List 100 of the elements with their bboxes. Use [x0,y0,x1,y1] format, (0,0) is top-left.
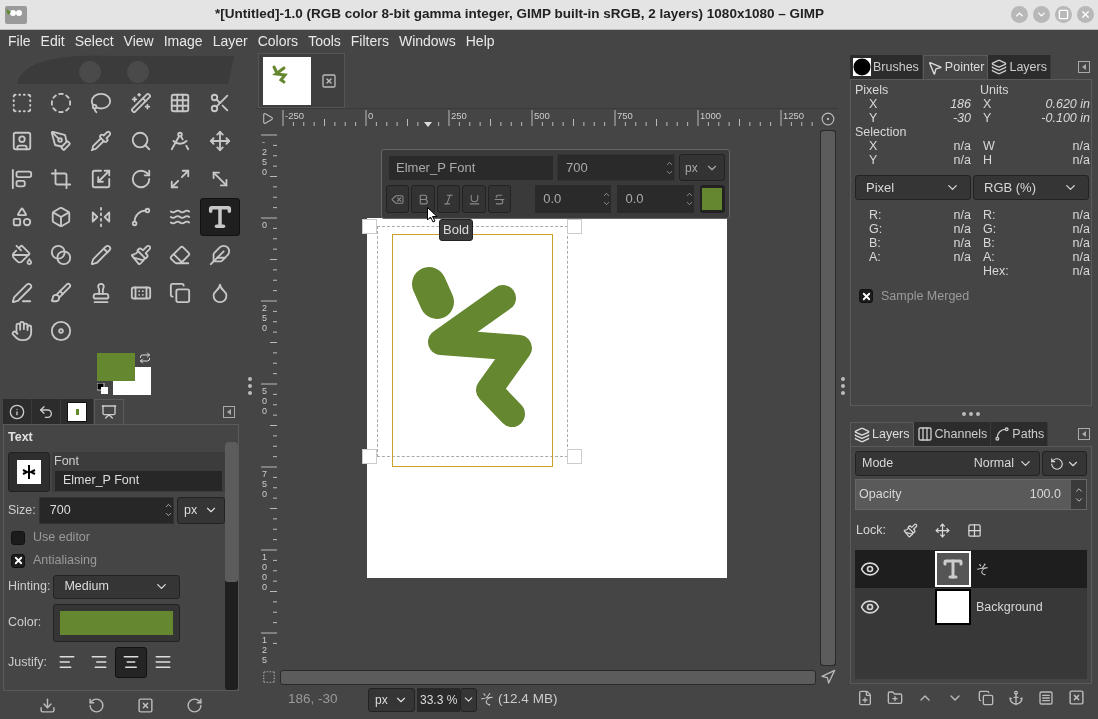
ruler-label: 1000 [262,553,267,593]
info-label: Y [868,111,879,125]
kerning-field[interactable]: 0.0 [617,185,694,213]
ruler-label: 750 [262,470,267,500]
ruler-label: 500 [534,110,550,121]
checkbox-label: Use editor [33,529,90,547]
field-label: Size: [8,501,36,519]
info-value: n/a [1071,236,1090,250]
info-value: n/a [952,222,971,236]
menu-item[interactable]: Filters [345,30,394,52]
menu-item[interactable]: View [118,30,159,52]
layer-row[interactable]: Background [855,588,1087,626]
menu-item[interactable]: Select [69,30,119,52]
hinting-dropdown[interactable]: Medium [53,574,181,599]
info-value: n/a [1071,250,1090,264]
checkbox-label: Antialiasing [33,552,97,570]
info-label: A: [868,250,882,264]
info-value: n/a [952,236,971,250]
menu-item[interactable]: Colors [252,30,304,52]
info-value: 0.620 in [1044,97,1090,111]
info-value: n/a [952,208,971,222]
image-info: そ (12.4 MB) [480,690,558,709]
size-field[interactable]: 700 [38,496,174,524]
info-value: n/a [1071,208,1090,222]
info-value: n/a [1071,222,1090,236]
info-label: Y [982,111,993,125]
info-label: X [868,97,879,111]
info-label: R: [868,208,883,222]
mode-dropdown[interactable]: Mode Normal [855,451,1040,476]
ruler-label: 250 [262,304,267,334]
section-label: Selection [855,125,908,139]
dock-tab[interactable]: Layers [850,422,914,446]
info-label: X [868,139,879,153]
checkbox-label: Sample Merged [881,288,970,305]
menu-item[interactable]: Windows [393,30,461,52]
section-label: Units [980,83,1009,97]
field-label: Color: [8,614,42,632]
info-value: n/a [952,250,971,264]
dock-tab[interactable]: Layers [988,55,1051,79]
info-value: n/a [1071,153,1090,167]
ruler-label: -250 [285,110,304,121]
pointer-coordinates: 186, -30 [288,690,339,709]
ruler-label: 0 [262,221,267,231]
menu-item[interactable]: Image [158,30,208,52]
info-value: n/a [1071,264,1090,278]
ruler-label: 0 [368,110,374,121]
info-value: n/a [1071,139,1090,153]
layer-name: そ [976,560,989,578]
font-field[interactable]: Elmer_P Font [55,470,222,491]
info-value: 186 [949,97,971,111]
ruler-label: 125 [262,636,267,666]
info-label: W [982,139,996,153]
info-label: B: [982,236,996,250]
layer-row[interactable]: そ [855,550,1087,588]
field-label: Font [53,452,80,470]
unit-dropdown[interactable]: px [368,687,415,712]
info-label: Hex: [982,264,1010,278]
zoom-field[interactable]: 33.3 % [417,687,461,712]
field-label: Hinting: [8,578,51,596]
unit-dropdown[interactable]: px [679,154,725,181]
menu-item[interactable]: Edit [35,30,70,52]
dock-tab[interactable]: Paths [991,422,1049,446]
info-label: Y [868,153,879,167]
menu-item[interactable]: Layer [207,30,253,52]
info-label: R: [982,208,997,222]
lock-label: Lock: [856,521,886,539]
menu-item[interactable]: Help [460,30,500,52]
ruler-label: -250 [262,138,267,178]
info-label: G: [868,222,884,236]
ruler-label: 500 [262,387,267,417]
dock-tab[interactable]: Pointer [922,55,989,79]
ruler-label: 1000 [700,110,722,121]
info-value: n/a [952,153,971,167]
baseline-field[interactable]: 0.0 [535,185,612,213]
info-value: n/a [952,139,971,153]
info-label: A: [982,250,996,264]
panel-title: Text [8,429,34,446]
font-field[interactable]: Elmer_P Font [389,155,553,180]
mode-dropdown[interactable]: RGB (%) [973,175,1089,200]
info-label: X [982,97,993,111]
dock-tab[interactable]: Channels [913,422,992,446]
layer-name: Background [976,598,1043,616]
mode-dropdown[interactable]: Pixel [855,175,971,200]
info-label: H [982,153,994,167]
info-value: -0.100 in [1040,111,1090,125]
menu-item[interactable]: Tools [303,30,346,52]
dock-tab[interactable]: Brushes [850,55,923,79]
info-label: B: [868,236,882,250]
ruler-label: 750 [617,110,633,121]
size-field[interactable]: 700 [557,154,675,181]
section-label: Pixels [855,83,890,97]
info-value: -30 [951,111,971,125]
ruler-label: 250 [451,110,467,121]
field-label: Justify: [8,653,47,671]
window-title: *[Untitled]-1.0 (RGB color 8-bit gamma integer, GIMP built-in sRGB, 2 layers) 1080x1080 – GIMP [214,5,825,24]
info-label: G: [982,222,998,236]
tooltip: Bold [439,219,474,241]
menu-item[interactable]: File [3,30,36,52]
unit-dropdown[interactable]: px [177,496,225,524]
ruler-label: 1250 [783,110,805,121]
